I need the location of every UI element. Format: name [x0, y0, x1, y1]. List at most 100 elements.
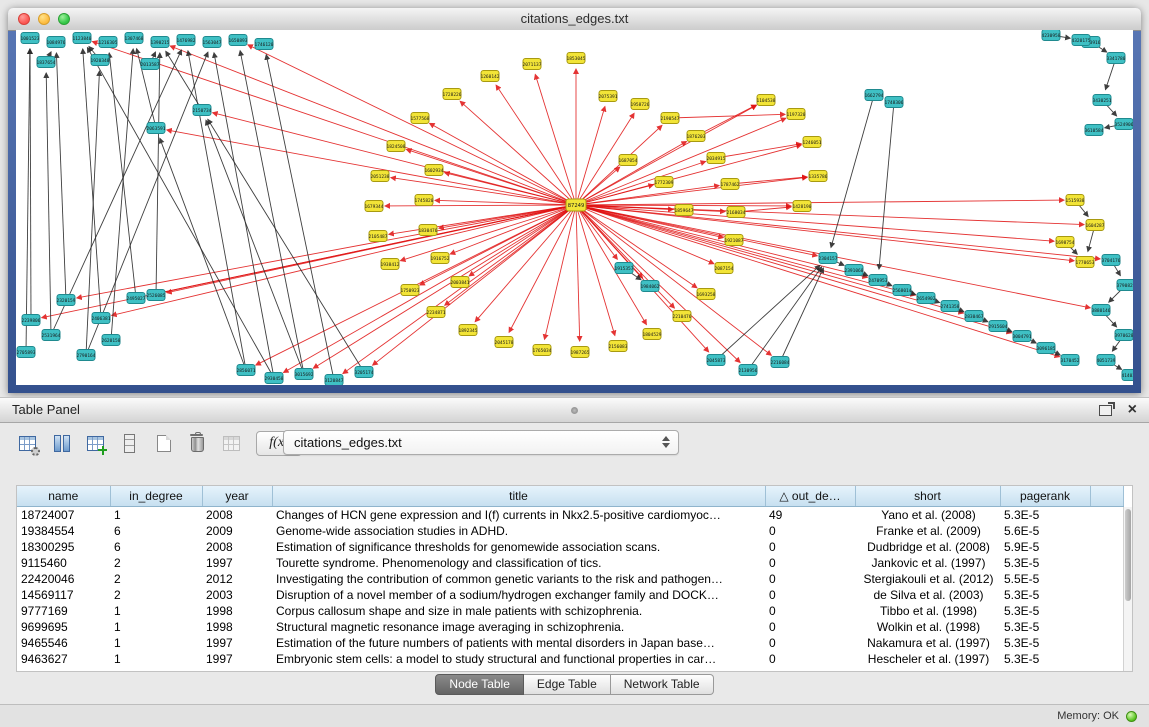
table-cell[interactable]: 2003: [202, 587, 272, 603]
graph-node[interactable]: 1602934: [425, 165, 444, 176]
graph-node[interactable]: 1563047: [203, 37, 222, 48]
table-cell[interactable]: 1: [110, 619, 202, 635]
graph-edge[interactable]: [576, 205, 963, 313]
row-options-button[interactable]: [116, 430, 143, 457]
graph-node[interactable]: 2150734: [193, 105, 212, 116]
graph-node[interactable]: 1804529: [643, 329, 662, 340]
panel-resize-grip[interactable]: [571, 407, 578, 414]
graph-node[interactable]: 1001523: [21, 33, 40, 44]
delete-button[interactable]: [184, 430, 211, 457]
table-cell[interactable]: Embryonic stem cells: a model to study s…: [272, 651, 765, 667]
table-row[interactable]: 1938455462009Genome-wide association stu…: [17, 523, 1124, 539]
graph-edge[interactable]: [188, 51, 246, 370]
graph-edge[interactable]: [576, 205, 1011, 333]
table-cell[interactable]: 49: [765, 507, 855, 524]
graph-edge[interactable]: [576, 205, 1100, 259]
table-cell[interactable]: 2009: [202, 523, 272, 539]
graph-node[interactable]: 1728226: [443, 89, 462, 100]
graph-edge[interactable]: [716, 265, 820, 360]
graph-node[interactable]: 1577568: [411, 113, 430, 124]
graph-edge[interactable]: [213, 113, 576, 205]
table-cell[interactable]: Tourette syndrome. Phenomenology and cla…: [272, 555, 765, 571]
graph-node[interactable]: 3004791: [1013, 331, 1032, 342]
table-cell[interactable]: 9465546: [17, 635, 110, 651]
graph-node[interactable]: 3341780: [1107, 53, 1126, 64]
graph-node[interactable]: 1698754: [1056, 237, 1075, 248]
close-panel-button[interactable]: ×: [1128, 398, 1137, 422]
graph-node[interactable]: 2239806: [22, 315, 41, 326]
graph-node[interactable]: 1515938: [1066, 195, 1085, 206]
network-canvas[interactable]: 8724918530452071137126014217282261577568…: [16, 30, 1133, 385]
table-cell[interactable]: 5.5E-5: [1000, 571, 1090, 587]
table-cell[interactable]: 5.3E-5: [1000, 635, 1090, 651]
window-titlebar[interactable]: citations_edges.txt: [8, 8, 1141, 31]
graph-edge[interactable]: [87, 48, 274, 378]
graph-node[interactable]: 1987265: [571, 347, 590, 358]
table-row[interactable]: 969969511998Structural magnetic resonanc…: [17, 619, 1124, 635]
table-source-select[interactable]: citations_edges.txt: [283, 430, 679, 455]
graph-edge[interactable]: [266, 55, 334, 380]
graph-node[interactable]: 1830476: [419, 225, 438, 236]
graph-node[interactable]: 4140261: [1122, 370, 1133, 381]
graph-node[interactable]: 1679344: [365, 201, 384, 212]
table-cell[interactable]: 1997: [202, 651, 272, 667]
table-cell[interactable]: 14569117: [17, 587, 110, 603]
table-cell[interactable]: 5.3E-5: [1000, 619, 1090, 635]
graph-node[interactable]: 1604287: [1086, 220, 1105, 231]
table-cell[interactable]: 5.3E-5: [1000, 507, 1090, 524]
graph-node[interactable]: 3170452: [1061, 355, 1080, 366]
graph-node[interactable]: 3970628: [1115, 330, 1133, 341]
node-table[interactable]: namein_degreeyeartitle△ out_de…shortpage…: [17, 486, 1124, 667]
table-cell[interactable]: Genome-wide association studies in ADHD.: [272, 523, 765, 539]
table-cell[interactable]: 0: [765, 523, 855, 539]
table-cell[interactable]: 0: [765, 555, 855, 571]
table-cell[interactable]: 0: [765, 539, 855, 555]
table-cell[interactable]: 2008: [202, 539, 272, 555]
graph-node[interactable]: 1770653: [1076, 257, 1095, 268]
table-cell[interactable]: Yano et al. (2008): [855, 507, 1000, 524]
graph-edge[interactable]: [460, 101, 576, 205]
table-row[interactable]: 2242004622012Investigating the contribut…: [17, 571, 1124, 587]
graph-node[interactable]: 2071137: [523, 59, 542, 70]
table-cell[interactable]: Estimation of significance thresholds fo…: [272, 539, 765, 555]
table-cell[interactable]: 6: [110, 539, 202, 555]
table-cell[interactable]: 2012: [202, 571, 272, 587]
graph-node[interactable]: 1476982: [177, 35, 196, 46]
graph-edge[interactable]: [109, 53, 136, 298]
table-row[interactable]: 911546021997Tourette syndrome. Phenomeno…: [17, 555, 1124, 571]
graph-node[interactable]: 2003841: [451, 277, 470, 288]
float-panel-button[interactable]: [1097, 403, 1113, 417]
table-row[interactable]: 946362711997Embryonic stem cells: a mode…: [17, 651, 1124, 667]
graph-node[interactable]: 1824508: [387, 141, 406, 152]
graph-node[interactable]: 3430251: [1093, 95, 1112, 106]
import-table-button[interactable]: [82, 430, 109, 457]
graph-edge[interactable]: [576, 205, 580, 341]
graph-edge[interactable]: [576, 205, 615, 335]
graph-edge[interactable]: [46, 73, 51, 335]
graph-node[interactable]: 3015692: [295, 369, 314, 380]
graph-node[interactable]: 3790825: [1117, 280, 1133, 291]
graph-node[interactable]: 3880146: [1092, 305, 1111, 316]
graph-edge[interactable]: [496, 85, 576, 205]
graph-node[interactable]: 2930458: [265, 373, 284, 384]
graph-node[interactable]: 2568014: [893, 285, 912, 296]
graph-edge[interactable]: [576, 205, 771, 355]
graph-node[interactable]: 1745820: [415, 195, 434, 206]
graph-node[interactable]: 2705893: [17, 347, 36, 358]
graph-node[interactable]: 2741358: [941, 301, 960, 312]
table-cell[interactable]: 9777169: [17, 603, 110, 619]
table-cell[interactable]: 2008: [202, 507, 272, 524]
table-cell[interactable]: 1998: [202, 619, 272, 635]
graph-node[interactable]: 2856071: [237, 365, 256, 376]
table-cell[interactable]: Dudbridge et al. (2008): [855, 539, 1000, 555]
table-cell[interactable]: 0: [765, 635, 855, 651]
graph-edge[interactable]: [748, 267, 822, 370]
table-cell[interactable]: Changes of HCN gene expression and I(f) …: [272, 507, 765, 524]
graph-node[interactable]: 1335786: [809, 171, 828, 182]
table-cell[interactable]: 0: [765, 603, 855, 619]
table-cell[interactable]: Corpus callosum shape and size in male p…: [272, 603, 765, 619]
table-row[interactable]: 977716911998Corpus callosum shape and si…: [17, 603, 1124, 619]
graph-node[interactable]: 2216084: [771, 357, 790, 368]
graph-node[interactable]: 2063591: [147, 123, 166, 134]
graph-node[interactable]: 4051739: [1097, 355, 1116, 366]
